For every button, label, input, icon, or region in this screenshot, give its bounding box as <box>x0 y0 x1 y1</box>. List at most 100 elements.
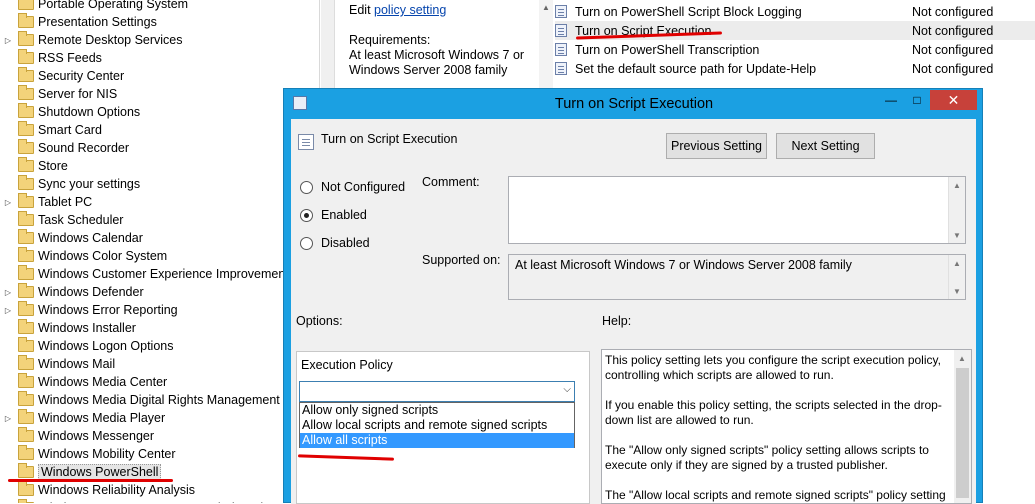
supported-on-field: At least Microsoft Windows 7 or Windows … <box>508 254 966 300</box>
close-icon: ✕ <box>947 91 960 108</box>
radio-circle[interactable] <box>300 236 313 250</box>
tree-item[interactable]: Windows Logon Options <box>0 337 319 355</box>
tree-item-label: Windows Mobility Center <box>38 447 176 461</box>
folder-icon <box>18 445 34 460</box>
tree-item[interactable]: Presentation Settings <box>0 13 319 31</box>
comment-label: Comment: <box>422 175 480 189</box>
tree-item[interactable]: Security Center <box>0 67 319 85</box>
tree-item[interactable]: Windows Media Center <box>0 373 319 391</box>
radio-not-configured[interactable]: Not Configured <box>300 180 405 194</box>
tree-item[interactable]: ▷ Windows Defender <box>0 283 319 301</box>
options-label: Options: <box>296 314 343 328</box>
tree-item[interactable]: Windows Mobility Center <box>0 445 319 463</box>
tree-item[interactable]: Windows Installer <box>0 319 319 337</box>
supported-on-label: Supported on: <box>422 253 501 267</box>
comment-textarea[interactable]: ▲ ▼ <box>508 176 966 244</box>
tree-item-label: Task Scheduler <box>38 213 124 227</box>
tree-item[interactable]: ▷ Windows Media Player <box>0 409 319 427</box>
tree-item[interactable]: Portable Operating System <box>0 0 319 13</box>
tree-item-label: Smart Card <box>38 123 102 137</box>
tree-item-label: Windows Media Player <box>38 411 166 425</box>
tree-item[interactable]: Windows Customer Experience Improvement … <box>0 265 319 283</box>
tree-item-label: Windows Defender <box>38 285 144 299</box>
execution-policy-dropdown[interactable]: Allow only signed scripts Allow local sc… <box>299 402 575 448</box>
expand-arrow-icon[interactable]: ▷ <box>0 198 16 207</box>
dropdown-option-local-remote-signed[interactable]: Allow local scripts and remote signed sc… <box>300 418 574 433</box>
tree-item[interactable]: Smart Card <box>0 121 319 139</box>
radio-circle[interactable] <box>300 208 313 222</box>
tree-item-label: RSS Feeds <box>38 51 102 65</box>
edit-policy-link[interactable]: policy setting <box>374 3 446 17</box>
close-button[interactable]: ✕ <box>930 90 977 110</box>
policy-dialog: Turn on Script Execution — □ ✕ Turn on S… <box>283 88 984 504</box>
tree-item[interactable]: Windows Color System <box>0 247 319 265</box>
scroll-up-icon[interactable]: ▲ <box>949 177 965 193</box>
expand-arrow-icon[interactable]: ▷ <box>0 414 16 423</box>
scroll-up-icon[interactable]: ▲ <box>954 350 970 366</box>
folder-icon <box>18 247 34 262</box>
radio-label: Disabled <box>321 236 370 250</box>
minimize-icon: — <box>885 93 897 107</box>
tree-item[interactable]: ▷ Windows Error Reporting <box>0 301 319 319</box>
supported-on-value: At least Microsoft Windows 7 or Windows … <box>515 258 852 272</box>
setting-name: Turn on PowerShell Transcription <box>575 42 760 57</box>
tree-item[interactable]: ▷Windows Remote Management (WinRM) <box>0 499 319 503</box>
tree-item[interactable]: Windows Media Digital Rights Management <box>0 391 319 409</box>
scroll-down-icon[interactable]: ▼ <box>949 227 965 243</box>
folder-icon <box>18 0 34 10</box>
setting-row-script-block-logging[interactable]: Turn on PowerShell Script Block Logging … <box>555 2 1035 21</box>
scroll-down-icon[interactable]: ▼ <box>949 283 965 299</box>
comment-scrollbar[interactable]: ▲ ▼ <box>948 177 965 243</box>
execution-policy-select[interactable]: ⌵ <box>299 381 575 402</box>
tree-item-label: Windows Calendar <box>38 231 143 245</box>
setting-row-transcription[interactable]: Turn on PowerShell Transcription Not con… <box>555 40 1035 59</box>
maximize-icon: □ <box>913 93 921 107</box>
tree-item[interactable]: Store <box>0 157 319 175</box>
radio-circle[interactable] <box>300 180 313 194</box>
explain-pane-scrollbar[interactable] <box>321 0 335 90</box>
expand-arrow-icon[interactable]: ▷ <box>0 306 16 315</box>
tree-item[interactable]: Windows Mail <box>0 355 319 373</box>
dropdown-option-signed[interactable]: Allow only signed scripts <box>300 403 574 418</box>
tree-item[interactable]: Sound Recorder <box>0 139 319 157</box>
radio-enabled[interactable]: Enabled <box>300 208 367 222</box>
dialog-title-bar[interactable]: Turn on Script Execution — □ ✕ <box>284 89 984 119</box>
scroll-up-icon[interactable]: ▲ <box>949 255 965 271</box>
policy-tree[interactable]: Portable Operating System Presentation Se… <box>0 0 320 503</box>
help-paragraph: This policy setting lets you configure t… <box>605 353 941 382</box>
supported-scrollbar[interactable]: ▲ ▼ <box>948 255 965 299</box>
tree-item-label: Windows Messenger <box>38 429 155 443</box>
folder-icon <box>18 103 34 118</box>
chevron-down-icon[interactable]: ⌵ <box>563 384 571 395</box>
previous-setting-button[interactable]: Previous Setting <box>666 133 767 159</box>
tree-item[interactable]: Sync your settings <box>0 175 319 193</box>
setting-row-update-help-path[interactable]: Set the default source path for Update-H… <box>555 59 1035 78</box>
tree-item[interactable]: Windows Reliability Analysis <box>0 481 319 499</box>
help-scrollbar[interactable]: ▲ <box>954 350 971 503</box>
setting-name: Turn on PowerShell Script Block Logging <box>575 4 802 19</box>
dropdown-option-all[interactable]: Allow all scripts <box>300 433 574 448</box>
maximize-button[interactable]: □ <box>904 90 930 110</box>
tree-item[interactable]: Windows Messenger <box>0 427 319 445</box>
help-scroll-thumb[interactable] <box>956 368 969 498</box>
expand-arrow-icon[interactable]: ▷ <box>0 288 16 297</box>
tree-item-label: Sound Recorder <box>38 141 130 155</box>
tree-item[interactable]: Windows Calendar <box>0 229 319 247</box>
tree-item-label: Windows Logon Options <box>38 339 174 353</box>
radio-disabled[interactable]: Disabled <box>300 236 370 250</box>
tree-item[interactable]: Server for NIS <box>0 85 319 103</box>
tree-item[interactable]: Shutdown Options <box>0 103 319 121</box>
expand-arrow-icon[interactable]: ▷ <box>0 36 16 45</box>
tree-item[interactable]: ▷ Tablet PC <box>0 193 319 211</box>
next-setting-button[interactable]: Next Setting <box>776 133 875 159</box>
tree-item[interactable]: ▷ Remote Desktop Services <box>0 31 319 49</box>
folder-icon <box>18 481 34 496</box>
tree-item[interactable]: RSS Feeds <box>0 49 319 67</box>
tree-item[interactable]: Task Scheduler <box>0 211 319 229</box>
scroll-up-icon[interactable]: ▲ <box>539 3 553 12</box>
folder-icon <box>18 283 34 298</box>
setting-state: Not configured <box>912 4 994 19</box>
settings-list-scrollbar[interactable]: ▲ <box>539 0 553 90</box>
folder-icon <box>18 139 34 154</box>
minimize-button[interactable]: — <box>878 90 904 110</box>
